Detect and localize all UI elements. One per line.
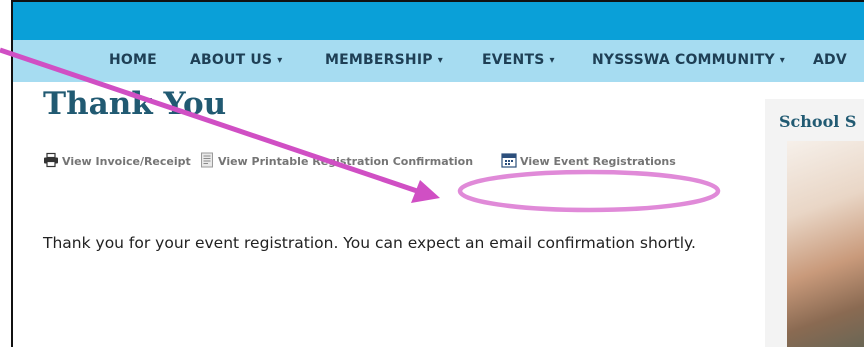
nav-about-us[interactable]: ABOUT US ▾: [190, 52, 283, 68]
top-color-bar: [13, 2, 864, 40]
chevron-down-icon: ▾: [549, 55, 555, 66]
browser-frame: HOME ABOUT US ▾ MEMBERSHIP ▾ EVENTS ▾ NYSSS…: [11, 0, 864, 347]
document-icon: [201, 152, 213, 168]
sidebar-title: School S: [779, 112, 857, 131]
chevron-down-icon: ▾: [437, 55, 443, 66]
nav-advocacy[interactable]: ADV: [813, 52, 847, 68]
confirmation-message: Thank you for your event registration. Y…: [43, 234, 696, 252]
chevron-down-icon: ▾: [779, 55, 786, 66]
calendar-icon: [501, 153, 517, 168]
main-navigation: HOME ABOUT US ▾ MEMBERSHIP ▾ EVENTS ▾ NYSSS…: [13, 40, 864, 82]
printer-icon: [44, 152, 58, 168]
nav-home[interactable]: HOME: [109, 52, 157, 68]
sidebar-panel: School S: [765, 99, 864, 347]
nav-events[interactable]: EVENTS ▾: [482, 52, 555, 68]
sidebar-photo: [787, 141, 864, 347]
chevron-down-icon: ▾: [277, 55, 283, 66]
nav-nyssswa-community[interactable]: NYSSSWA COMMUNITY ▾: [592, 52, 785, 68]
nav-membership[interactable]: MEMBERSHIP ▾: [325, 52, 443, 68]
page-title: Thank You: [43, 86, 227, 122]
